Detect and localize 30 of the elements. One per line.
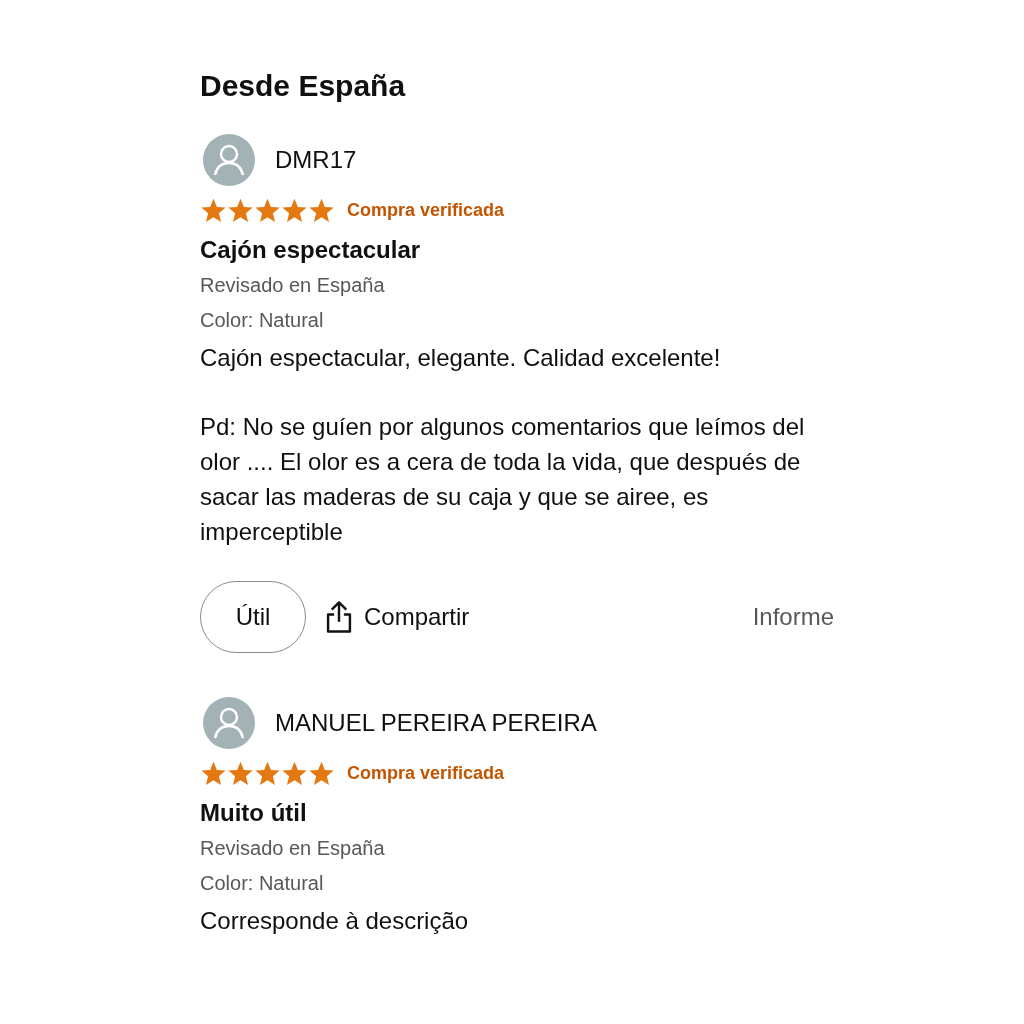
star-icon [227,196,254,224]
verified-purchase-label: Compra verificada [347,762,505,784]
star-icon [308,759,335,787]
review-location: Revisado en España [200,273,386,298]
reviewer-name: MANUEL PEREIRA PEREIRA [275,709,597,737]
review-text: Pd: No se guíen por algunos comentarios que leímos del olor .... El olor es a cera de toda la vida, que después de sacar las maderas de su caja y que se airee, es imperceptible [200,412,806,547]
share-icon [324,600,354,634]
star-icon [227,759,254,787]
avatar-icon [203,697,255,749]
section-heading: Desde España [200,68,407,104]
star-icon [308,196,335,224]
star-icon [281,196,308,224]
review-text: Cajón espectacular, elegante. Calidad excelente! [200,343,722,373]
product-variant: Color: Natural [200,308,325,333]
product-variant: Color: Natural [200,871,325,896]
review-title: Muito útil [200,798,308,828]
review-location: Revisado en España [200,836,386,861]
star-icon [200,196,227,224]
star-icon [281,759,308,787]
review-title: Cajón espectacular [200,235,422,265]
reviewer-name: DMR17 [275,146,357,174]
avatar-icon [203,134,255,186]
verified-purchase-label: Compra verificada [347,199,505,221]
helpful-button[interactable]: Útil [200,581,306,653]
star-icon [254,196,281,224]
review-text: Corresponde à descrição [200,906,470,936]
share-button[interactable]: Compartir [320,600,474,634]
report-link[interactable]: Informe [752,603,834,631]
star-icon [254,759,281,787]
star-icon [200,759,227,787]
